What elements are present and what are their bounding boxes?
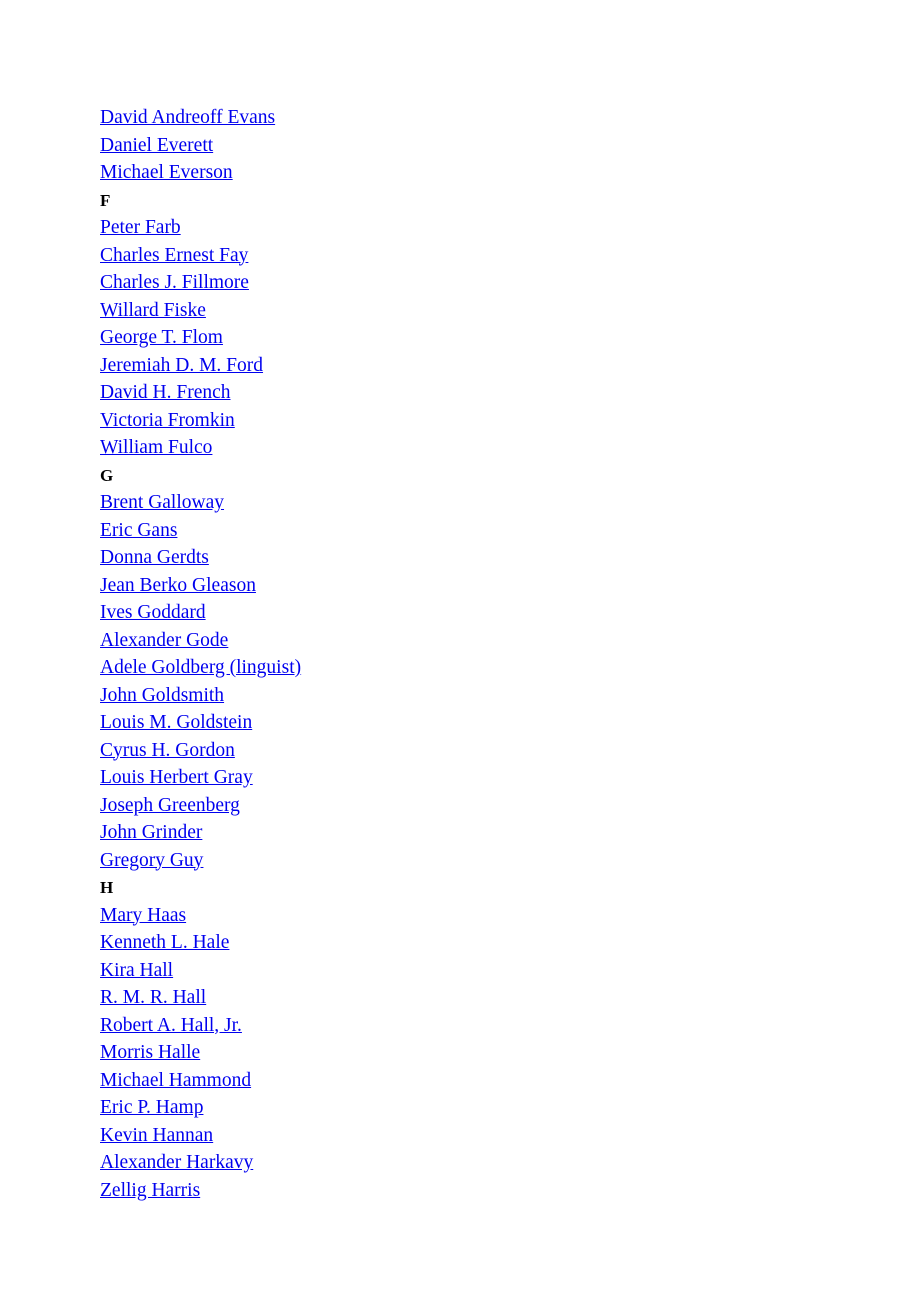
list-item: Charles J. Fillmore [100, 269, 920, 297]
list-item: John Goldsmith [100, 682, 920, 710]
list-item: Kevin Hannan [100, 1122, 920, 1150]
list-item: Eric P. Hamp [100, 1094, 920, 1122]
list-item: Morris Halle [100, 1039, 920, 1067]
list-item: Alexander Gode [100, 627, 920, 655]
list-item: Alexander Harkavy [100, 1149, 920, 1177]
list-item: William Fulco [100, 434, 920, 462]
list-item: Eric Gans [100, 517, 920, 545]
list-item: H [100, 874, 920, 902]
list-item: Gregory Guy [100, 847, 920, 875]
person-link[interactable]: Morris Halle [100, 1042, 200, 1063]
list-item: David H. French [100, 379, 920, 407]
letter-heading-f: F [100, 190, 111, 210]
person-link[interactable]: Alexander Harkavy [100, 1152, 253, 1173]
list-item: Ives Goddard [100, 599, 920, 627]
list-item: Louis Herbert Gray [100, 764, 920, 792]
person-link[interactable]: Donna Gerdts [100, 547, 209, 568]
list-item: G [100, 462, 920, 490]
person-link[interactable]: Zellig Harris [100, 1180, 200, 1201]
list-item: Peter Farb [100, 214, 920, 242]
list-item: Brent Galloway [100, 489, 920, 517]
list-item: George T. Flom [100, 324, 920, 352]
list-item: Robert A. Hall, Jr. [100, 1012, 920, 1040]
person-link[interactable]: Jean Berko Gleason [100, 575, 256, 596]
person-link[interactable]: Ives Goddard [100, 602, 206, 623]
person-link[interactable]: Louis M. Goldstein [100, 712, 252, 733]
letter-heading-g: G [100, 465, 114, 485]
list-item: Jeremiah D. M. Ford [100, 352, 920, 380]
person-link[interactable]: Gregory Guy [100, 850, 203, 871]
person-link[interactable]: Jeremiah D. M. Ford [100, 355, 263, 376]
list-item: Joseph Greenberg [100, 792, 920, 820]
person-link[interactable]: Eric Gans [100, 520, 177, 541]
linguists-name-list: David Andreoff Evans Daniel Everett Michae… [100, 104, 920, 1204]
list-item: Michael Hammond [100, 1067, 920, 1095]
list-item: Willard Fiske [100, 297, 920, 325]
list-item: Kenneth L. Hale [100, 929, 920, 957]
person-link[interactable]: Peter Farb [100, 217, 181, 238]
person-link[interactable]: Robert A. Hall, Jr. [100, 1015, 242, 1036]
person-link[interactable]: Kira Hall [100, 960, 173, 981]
person-link[interactable]: John Grinder [100, 822, 202, 843]
list-item: David Andreoff Evans [100, 104, 920, 132]
document-page: David Andreoff Evans Daniel Everett Michae… [0, 0, 920, 1300]
person-link[interactable]: George T. Flom [100, 327, 223, 348]
list-item: Charles Ernest Fay [100, 242, 920, 270]
list-item: Cyrus H. Gordon [100, 737, 920, 765]
list-item: Zellig Harris [100, 1177, 920, 1205]
person-link[interactable]: John Goldsmith [100, 685, 224, 706]
person-link[interactable]: Daniel Everett [100, 135, 213, 156]
list-item: Adele Goldberg (linguist) [100, 654, 920, 682]
person-link[interactable]: Michael Hammond [100, 1070, 251, 1091]
person-link[interactable]: Michael Everson [100, 162, 233, 183]
list-item: Victoria Fromkin [100, 407, 920, 435]
person-link[interactable]: Brent Galloway [100, 492, 224, 513]
person-link[interactable]: Cyrus H. Gordon [100, 740, 235, 761]
letter-heading-h: H [100, 878, 114, 897]
list-item: Daniel Everett [100, 132, 920, 160]
person-link[interactable]: Kenneth L. Hale [100, 932, 229, 953]
list-item: Louis M. Goldstein [100, 709, 920, 737]
list-item: R. M. R. Hall [100, 984, 920, 1012]
list-item: Michael Everson [100, 159, 920, 187]
person-link[interactable]: Charles J. Fillmore [100, 272, 249, 293]
person-link[interactable]: R. M. R. Hall [100, 987, 206, 1008]
person-link[interactable]: Charles Ernest Fay [100, 245, 248, 266]
person-link[interactable]: David Andreoff Evans [100, 107, 275, 128]
person-link[interactable]: Willard Fiske [100, 300, 206, 321]
list-item: Donna Gerdts [100, 544, 920, 572]
person-link[interactable]: Joseph Greenberg [100, 795, 240, 816]
person-link[interactable]: Louis Herbert Gray [100, 767, 253, 788]
person-link[interactable]: Adele Goldberg (linguist) [100, 657, 301, 678]
list-item: F [100, 187, 920, 215]
person-link[interactable]: Victoria Fromkin [100, 410, 235, 431]
person-link[interactable]: William Fulco [100, 437, 212, 458]
person-link[interactable]: Kevin Hannan [100, 1125, 213, 1146]
person-link[interactable]: Alexander Gode [100, 630, 228, 651]
person-link[interactable]: David H. French [100, 382, 231, 403]
list-item: John Grinder [100, 819, 920, 847]
list-item: Mary Haas [100, 902, 920, 930]
person-link[interactable]: Eric P. Hamp [100, 1097, 203, 1118]
person-link[interactable]: Mary Haas [100, 905, 186, 926]
list-item: Kira Hall [100, 957, 920, 985]
list-item: Jean Berko Gleason [100, 572, 920, 600]
